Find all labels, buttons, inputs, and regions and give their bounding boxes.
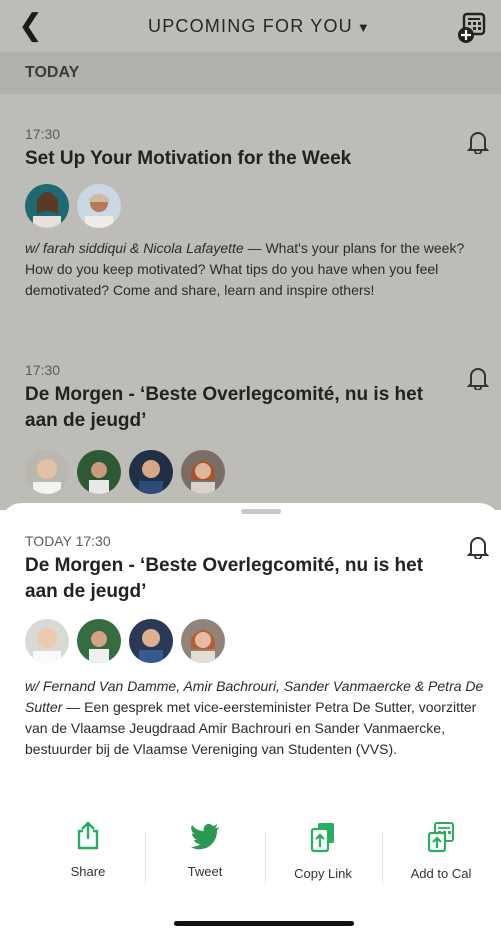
avatar[interactable] xyxy=(77,450,121,494)
today-section-header: TODAY xyxy=(0,52,501,94)
today-label: TODAY xyxy=(25,64,80,81)
avatar[interactable] xyxy=(129,619,173,663)
add-to-cal-button[interactable]: Add to Cal xyxy=(396,821,486,881)
copy-link-icon xyxy=(310,823,334,853)
avatar[interactable] xyxy=(181,450,225,494)
add-to-calendar-icon xyxy=(427,822,454,853)
divider xyxy=(145,831,146,883)
sheet-event-title: De Morgen - ‘Beste Overlegcomité, nu is … xyxy=(25,555,424,602)
bell-icon[interactable] xyxy=(467,366,489,390)
event-time: 17:30 xyxy=(25,362,61,378)
share-label: Share xyxy=(70,864,106,879)
avatar[interactable] xyxy=(25,184,69,228)
page-title[interactable]: UPCOMING FOR YOU ▼ xyxy=(148,16,371,37)
avatar[interactable] xyxy=(25,450,69,494)
copy-link-button[interactable]: Copy Link xyxy=(278,821,368,881)
share-button[interactable]: Share xyxy=(43,821,133,879)
sheet-avatars xyxy=(25,619,225,663)
sheet-event-time: TODAY 17:30 xyxy=(25,533,111,549)
divider xyxy=(382,831,383,883)
top-nav-bar: ❮ UPCOMING FOR YOU ▼ xyxy=(0,0,501,52)
event-detail-sheet: TODAY 17:30 De Morgen - ‘Beste Overlegco… xyxy=(0,503,501,939)
calendar-add-icon[interactable] xyxy=(456,10,488,44)
avatar[interactable] xyxy=(181,619,225,663)
copy-link-label: Copy Link xyxy=(294,866,352,881)
event-item[interactable]: 17:30 De Morgen - ‘Beste Overlegcomité, … xyxy=(25,362,495,434)
event-item[interactable]: 17:30 Set Up Your Motivation for the Wee… xyxy=(25,126,495,172)
avatar[interactable] xyxy=(129,450,173,494)
tweet-button[interactable]: Tweet xyxy=(160,821,250,879)
event-avatars xyxy=(25,184,121,228)
avatar[interactable] xyxy=(77,184,121,228)
dropdown-caret-icon: ▼ xyxy=(356,20,371,35)
event-title: Set Up Your Motivation for the Week xyxy=(25,148,352,169)
sheet-event-description: w/ Fernand Van Damme, Amir Bachrouri, Sa… xyxy=(25,676,495,760)
avatar[interactable] xyxy=(25,619,69,663)
event-description: w/ farah siddiqui & Nicola Lafayette — W… xyxy=(25,238,495,301)
tweet-label: Tweet xyxy=(187,864,223,879)
event-title: De Morgen - ‘Beste Overlegcomité, nu is … xyxy=(25,384,424,431)
bell-icon[interactable] xyxy=(467,535,489,559)
home-indicator[interactable] xyxy=(174,921,354,926)
divider xyxy=(265,831,266,883)
event-time: 17:30 xyxy=(25,126,61,142)
event-avatars xyxy=(25,450,225,494)
sheet-action-row: Share Tweet Copy Link Add to Cal xyxy=(0,821,501,891)
twitter-bird-icon xyxy=(191,823,219,850)
page-title-text: UPCOMING FOR YOU xyxy=(148,16,353,36)
back-icon[interactable]: ❮ xyxy=(18,11,43,41)
avatar[interactable] xyxy=(77,619,121,663)
bell-icon[interactable] xyxy=(467,130,489,154)
share-icon xyxy=(77,821,99,850)
sheet-event-description-text: — Een gesprek met vice-eersteminister Pe… xyxy=(25,699,477,757)
sheet-grabber[interactable] xyxy=(241,509,281,514)
add-to-cal-label: Add to Cal xyxy=(410,866,472,881)
event-hosts: w/ farah siddiqui & Nicola Lafayette xyxy=(25,240,244,256)
sheet-event-header: TODAY 17:30 De Morgen - ‘Beste Overlegco… xyxy=(25,533,495,605)
